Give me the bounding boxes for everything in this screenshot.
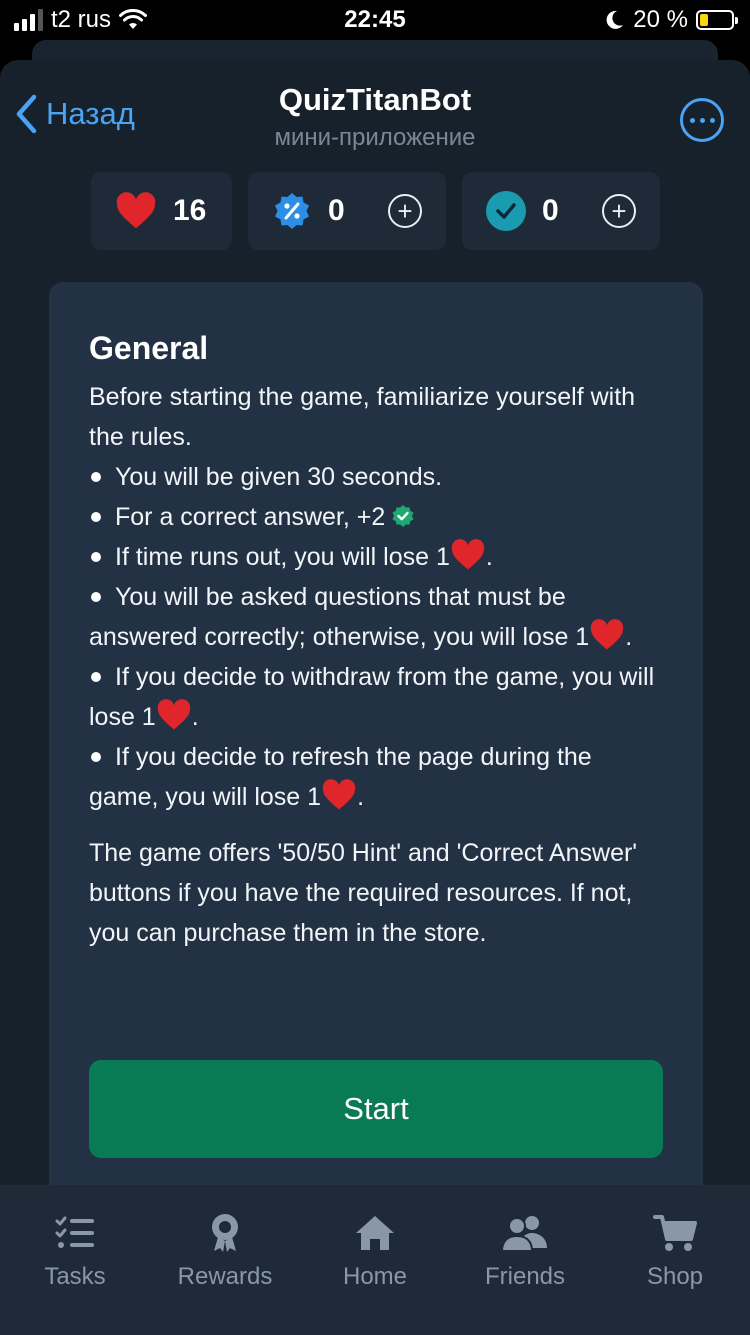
more-dots-icon [689,117,695,123]
percent-badge-icon [272,191,312,231]
heart-icon [451,539,485,570]
add-correct-answer-button[interactable]: + [602,194,636,228]
correct-answer-count: 0 [542,194,559,227]
verified-check-icon [392,505,414,527]
bottom-nav: Tasks Rewards Home Friends Shop [0,1185,750,1335]
app-header: Назад QuizTitanBot мини-приложение [0,60,750,170]
rule-item: If you decide to withdraw from the game,… [89,663,655,731]
heart-icon [116,192,156,229]
nav-rewards-label: Rewards [177,1263,273,1290]
app-subtitle: мини-приложение [274,124,476,151]
lives-counter: 16 [91,172,232,250]
nav-home[interactable]: Home [300,1185,450,1335]
nav-friends-label: Friends [484,1263,566,1290]
heart-icon [157,699,190,730]
rule-item: If time runs out, you will lose 1. [89,537,663,577]
nav-tasks[interactable]: Tasks [0,1185,150,1335]
app-title: QuizTitanBot [278,82,472,117]
mini-app: Назад QuizTitanBot мини-приложение 16 0 … [0,60,750,1335]
hint-count: 0 [328,194,345,227]
home-icon [354,1213,396,1253]
plus-icon: + [397,196,413,226]
rule-item: If you decide to refresh the page during… [89,743,592,811]
nav-rewards[interactable]: Rewards [150,1185,300,1335]
status-bar: t2 rus 22:45 20 % ⚡ [0,0,750,44]
start-button[interactable]: Start [89,1060,663,1158]
hint-counter: 0 + [248,172,446,250]
nav-shop-label: Shop [646,1263,704,1290]
battery-percent: 20 % [633,6,688,33]
screen: t2 rus 22:45 20 % ⚡ Назад QuizTitanBot м… [0,0,750,1335]
more-options-button[interactable] [680,98,724,142]
award-icon [209,1213,241,1253]
battery-icon: ⚡ [696,10,738,32]
nav-tasks-label: Tasks [44,1263,106,1290]
friends-icon [501,1213,549,1253]
rule-item: You will be given 30 seconds. [89,457,663,497]
rules-text: Before starting the game, familiarize yo… [89,377,663,817]
heart-icon [591,619,624,650]
tasks-icon [55,1213,95,1253]
heart-icon [322,779,356,810]
rule-item: For a correct answer, +2 [89,497,663,537]
shopping-cart-icon [653,1213,697,1253]
card-title: General [89,330,209,366]
add-hint-button[interactable]: + [388,194,422,228]
plus-icon: + [611,196,627,226]
check-badge-icon [486,191,526,231]
correct-answer-counter: 0 + [462,172,660,250]
resources-paragraph: The game offers '50/50 Hint' and 'Correc… [89,839,638,947]
nav-friends[interactable]: Friends [450,1185,600,1335]
lives-count: 16 [173,194,207,227]
rules-card: General Before starting the game, famili… [49,282,703,1242]
nav-shop[interactable]: Shop [600,1185,750,1335]
rules-intro: Before starting the game, familiarize yo… [89,383,636,451]
rule-item: You will be asked questions that must be… [89,583,633,651]
nav-home-label: Home [342,1263,408,1290]
moon-icon [606,10,624,29]
